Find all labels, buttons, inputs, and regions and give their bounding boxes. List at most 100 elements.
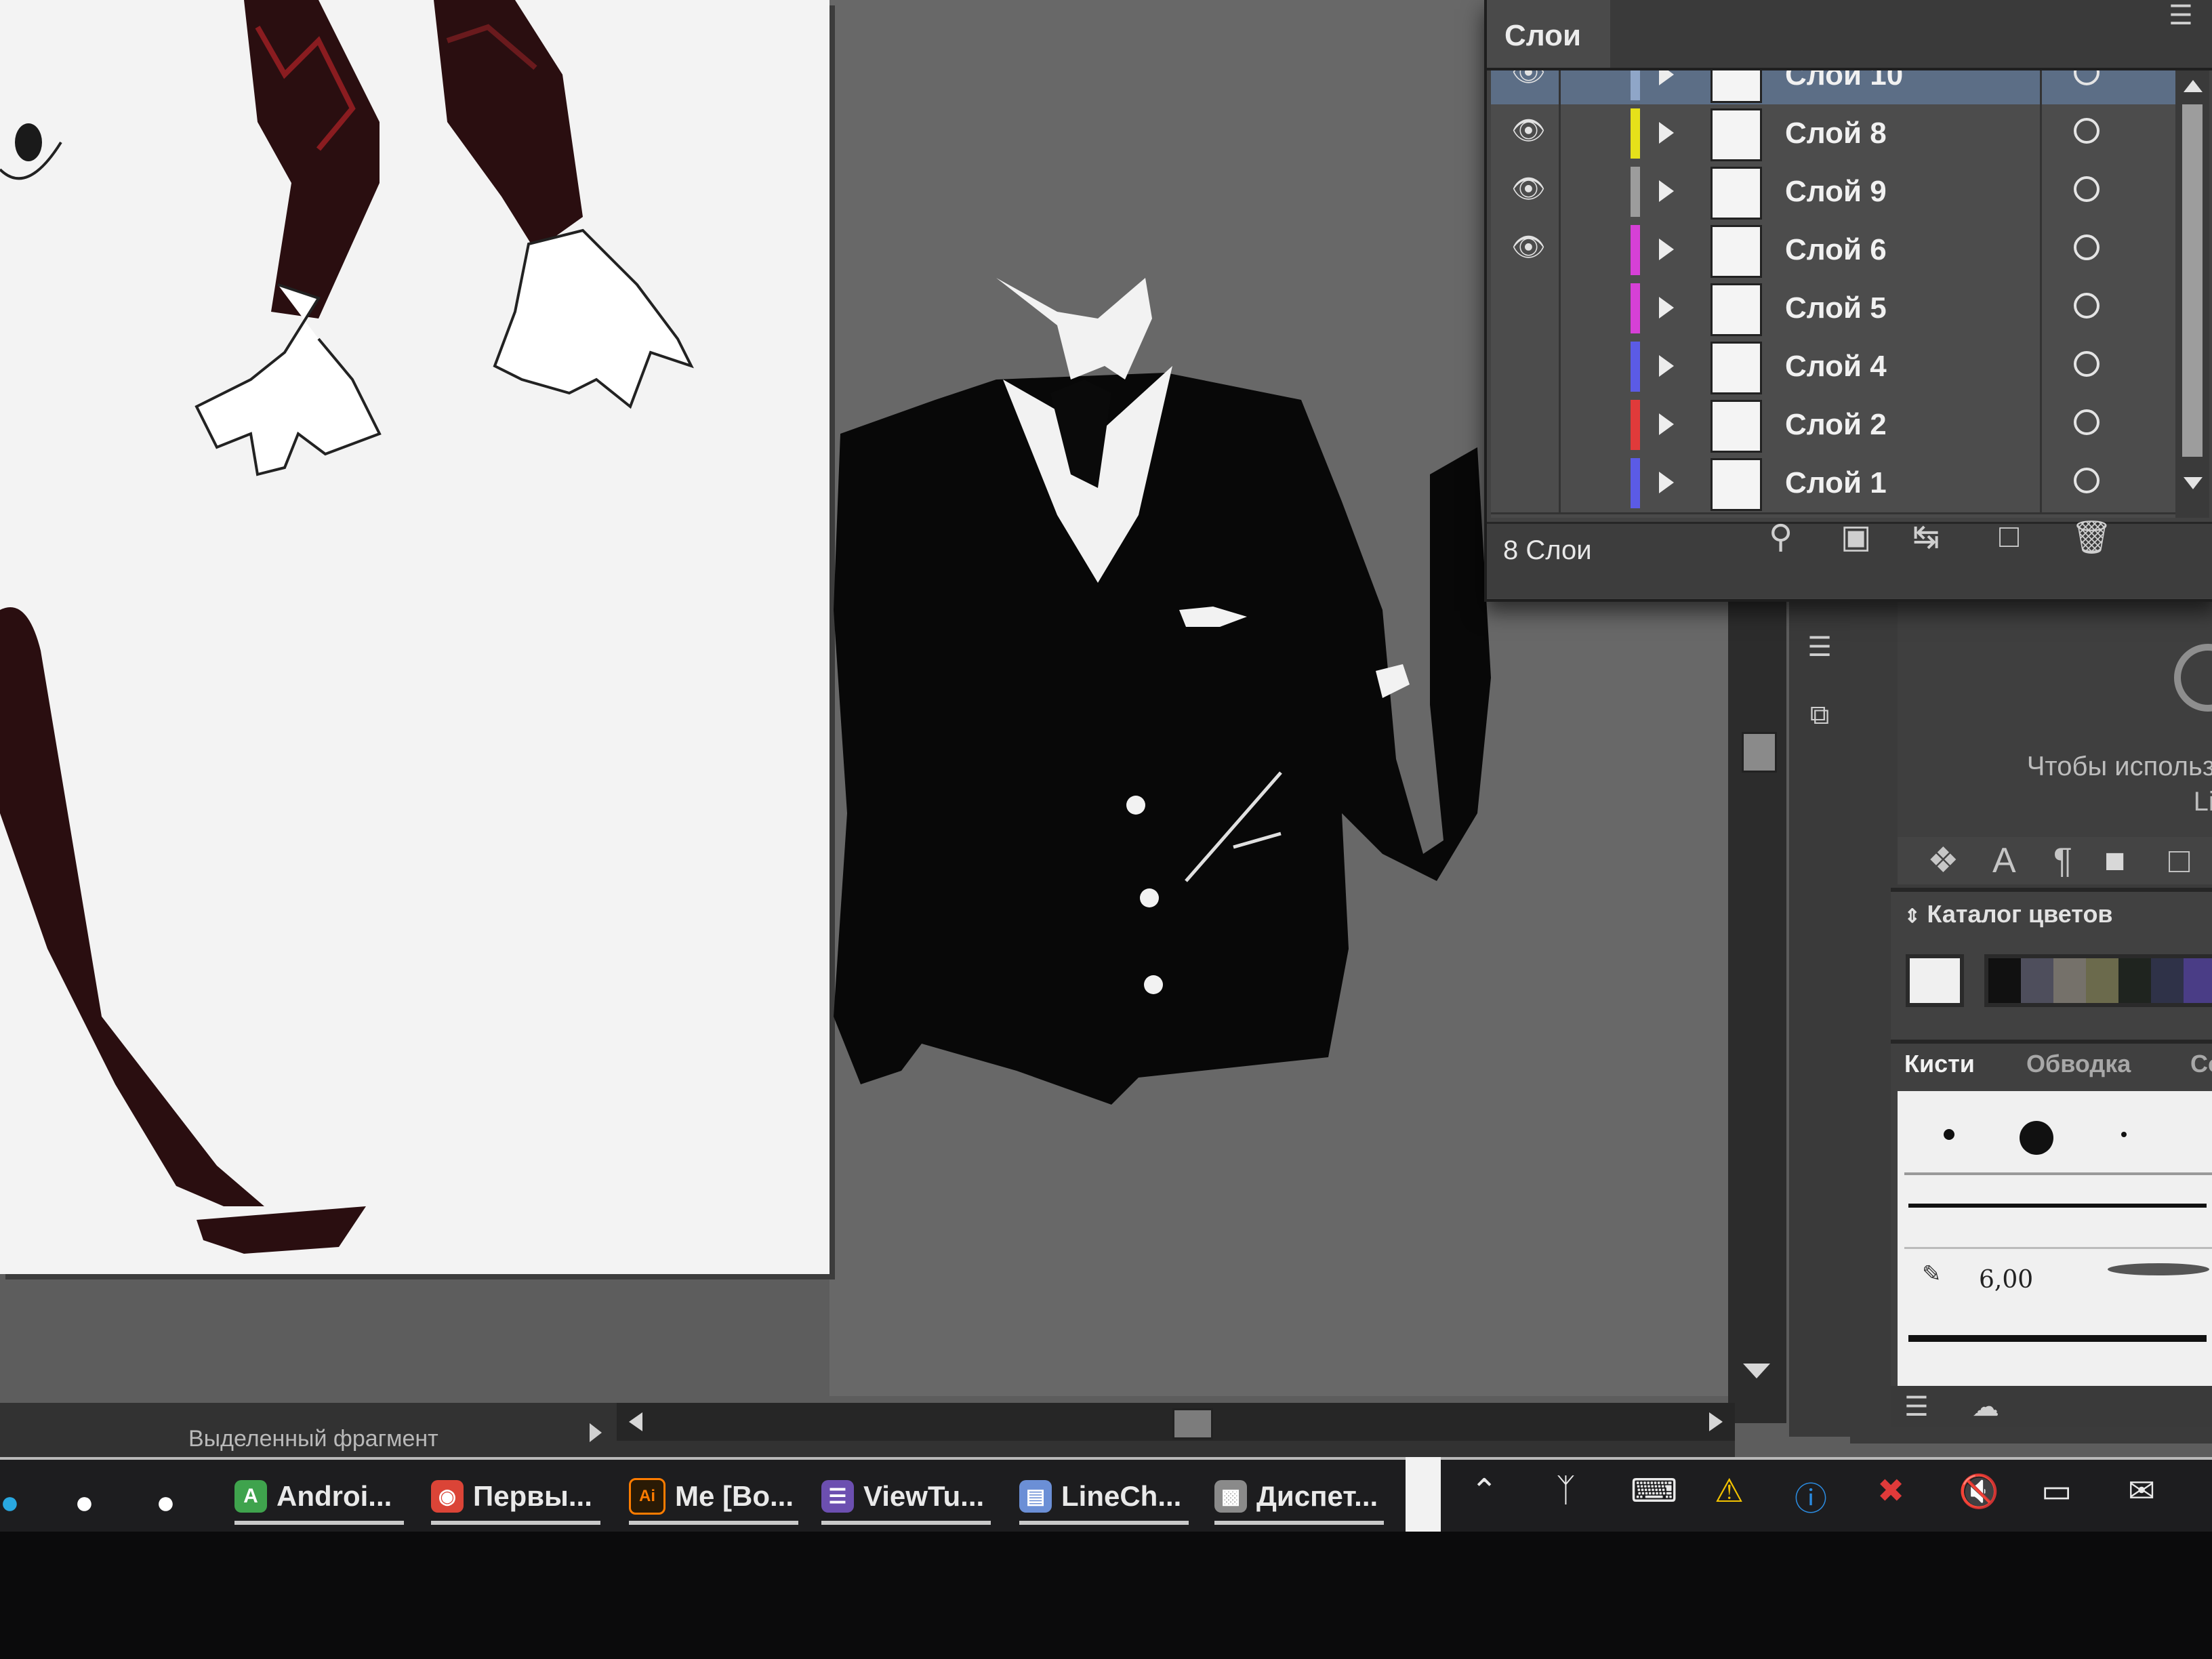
layer-target-icon[interactable] (2074, 118, 2100, 144)
brush-list[interactable]: ✎ (1898, 1091, 2212, 1389)
swatch-color[interactable] (2086, 958, 2118, 1003)
layer-name[interactable]: Слой 1 (1785, 466, 1887, 500)
battery-icon[interactable]: ▭ (2041, 1472, 2072, 1510)
align-icon[interactable]: ☰ (1803, 630, 1837, 664)
taskbar-item[interactable]: ▩ Диспет... (1214, 1469, 1378, 1523)
visibility-eye-icon[interactable]: 👁 (1511, 234, 1547, 261)
yandex-icon[interactable]: ● (75, 1484, 94, 1521)
edge-icon[interactable]: ● (156, 1484, 176, 1521)
brush-round-large[interactable] (2020, 1121, 2053, 1155)
panel-menu-icon[interactable]: ☰ (2169, 0, 2193, 31)
swatch-strip[interactable] (1984, 954, 2212, 1007)
expand-arrow-icon[interactable] (1659, 122, 1674, 144)
layer-name[interactable]: Слой 4 (1785, 350, 1887, 384)
layer-row[interactable]: 👁 Слой 6 (1491, 221, 2175, 281)
swatch-color[interactable] (2151, 958, 2184, 1003)
layers-scroll-thumb[interactable] (2182, 104, 2203, 457)
layers-scrollbar[interactable] (2175, 70, 2209, 518)
status-menu-arrow-icon[interactable] (590, 1423, 602, 1442)
layer-name[interactable]: Слой 10 (1785, 70, 1903, 92)
layer-name[interactable]: Слой 5 (1785, 291, 1887, 325)
horizontal-scrollbar[interactable] (617, 1403, 1735, 1441)
layer-target-icon[interactable] (2074, 234, 2100, 260)
swatch-color[interactable] (1988, 958, 2021, 1003)
layer-row[interactable]: Слой 2 (1491, 396, 2175, 456)
visibility-toggle[interactable] (1511, 411, 1547, 434)
visibility-eye-icon[interactable]: 👁 (1511, 70, 1547, 86)
taskbar-item[interactable]: Ai Me [Bo... (629, 1469, 794, 1523)
visibility-eye-icon[interactable]: 👁 (1511, 176, 1547, 203)
taskbar-item[interactable]: ◉ Первы... (431, 1469, 592, 1523)
skype-icon[interactable]: ● (0, 1484, 20, 1521)
expand-arrow-icon[interactable] (1659, 355, 1674, 377)
tab-more[interactable]: Со (2190, 1044, 2212, 1084)
make-clipping-mask-icon[interactable]: ▣ (1841, 518, 1871, 556)
add-color-icon[interactable]: ■ (2104, 837, 2125, 884)
layers-panel-title[interactable]: Слои (1504, 19, 1581, 53)
new-layer-icon[interactable]: □ (1999, 518, 2019, 555)
horizontal-scroll-thumb[interactable] (1172, 1408, 1213, 1439)
layer-target-icon[interactable] (2074, 176, 2100, 202)
expand-arrow-icon[interactable] (1659, 472, 1674, 493)
swatches-title[interactable]: ⇕ Каталог цветов (1904, 900, 2113, 928)
taskbar-item[interactable]: A Androi... (234, 1469, 392, 1523)
taskbar-item[interactable]: ☰ ViewTu... (821, 1469, 984, 1523)
layer-row[interactable]: Слой 4 (1491, 337, 2175, 398)
brush-stroke-preview[interactable] (2108, 1263, 2209, 1275)
scroll-left-arrow-icon[interactable] (629, 1412, 642, 1431)
layer-target-icon[interactable] (2074, 293, 2100, 319)
brush-libraries-icon[interactable]: ☰ (1904, 1391, 1929, 1422)
layer-target-icon[interactable] (2074, 468, 2100, 493)
layer-name[interactable]: Слой 9 (1785, 175, 1887, 209)
expand-arrow-icon[interactable] (1659, 297, 1674, 319)
swatch-color[interactable] (2184, 958, 2212, 1003)
brush-round-tiny[interactable] (2121, 1132, 2127, 1137)
layer-target-icon[interactable] (2074, 70, 2100, 85)
tab-stroke[interactable]: Обводка (2026, 1044, 2131, 1084)
layer-name[interactable]: Слой 2 (1785, 408, 1887, 442)
expand-arrow-icon[interactable] (1659, 413, 1674, 435)
collapse-arrows-icon[interactable]: ⇕ (1904, 905, 1920, 926)
scroll-down-arrow-icon[interactable] (2184, 477, 2203, 489)
visibility-toggle[interactable] (1511, 294, 1547, 317)
swatch-color[interactable] (2118, 958, 2151, 1003)
layer-row[interactable]: Слой 5 (1491, 279, 2175, 340)
bluetooth-icon[interactable]: ᛉ (1556, 1472, 1576, 1509)
paragraph-style-icon[interactable]: ¶ (2053, 837, 2072, 884)
expand-arrow-icon[interactable] (1659, 70, 1674, 85)
taskbar-item[interactable]: ▤ LineCh... (1019, 1469, 1181, 1523)
visibility-toggle[interactable] (1511, 352, 1547, 375)
cloud-icon[interactable]: ☁ (1972, 1391, 1999, 1422)
info-icon[interactable]: ⓘ (1795, 1472, 1827, 1519)
notifications-icon[interactable]: ✉ (2128, 1472, 2155, 1510)
move-to-layer-icon[interactable]: ↹ (1912, 518, 1940, 556)
visibility-toggle[interactable] (1511, 469, 1547, 492)
scroll-right-arrow-icon[interactable] (1709, 1412, 1723, 1431)
status-selection-label[interactable]: Выделенный фрагмент (188, 1426, 438, 1452)
tab-brushes[interactable]: Кисти (1904, 1044, 1975, 1084)
layer-row[interactable]: Слой 1 (1491, 454, 2175, 514)
swatch-color[interactable] (2053, 958, 2086, 1003)
character-style-icon[interactable]: A (1992, 837, 2016, 884)
search-icon[interactable]: ⚲ (1769, 518, 1793, 556)
layer-row[interactable]: 👁 Слой 9 (1491, 163, 2175, 223)
more-icon[interactable]: □ (2169, 837, 2190, 884)
expand-arrow-icon[interactable] (1659, 180, 1674, 202)
volume-muted-icon[interactable]: 🔇 (1959, 1472, 1999, 1511)
brush-round-small[interactable] (1944, 1129, 1954, 1140)
visibility-eye-icon[interactable]: 👁 (1511, 117, 1547, 144)
swatch-color[interactable] (2021, 958, 2053, 1003)
layer-target-icon[interactable] (2074, 409, 2100, 435)
keyboard-icon[interactable]: ⌨ (1631, 1472, 1677, 1510)
expand-arrow-icon[interactable] (1659, 239, 1674, 260)
scroll-down-arrow-icon[interactable] (1743, 1364, 1770, 1378)
brush-line-thick[interactable] (1908, 1335, 2207, 1342)
layer-row[interactable]: 👁 Слой 10 (1491, 70, 2175, 106)
swatch-white[interactable] (1906, 954, 1964, 1007)
brush-line[interactable] (1908, 1204, 2207, 1208)
trash-icon[interactable]: 🗑 (2071, 518, 2112, 556)
pathfinder-icon[interactable]: ⧉ (1803, 698, 1837, 732)
layer-row[interactable]: 👁 Слой 8 (1491, 104, 2175, 165)
chevron-up-icon[interactable]: ⌃ (1471, 1472, 1498, 1510)
vertical-scroll-thumb[interactable] (1742, 732, 1777, 773)
